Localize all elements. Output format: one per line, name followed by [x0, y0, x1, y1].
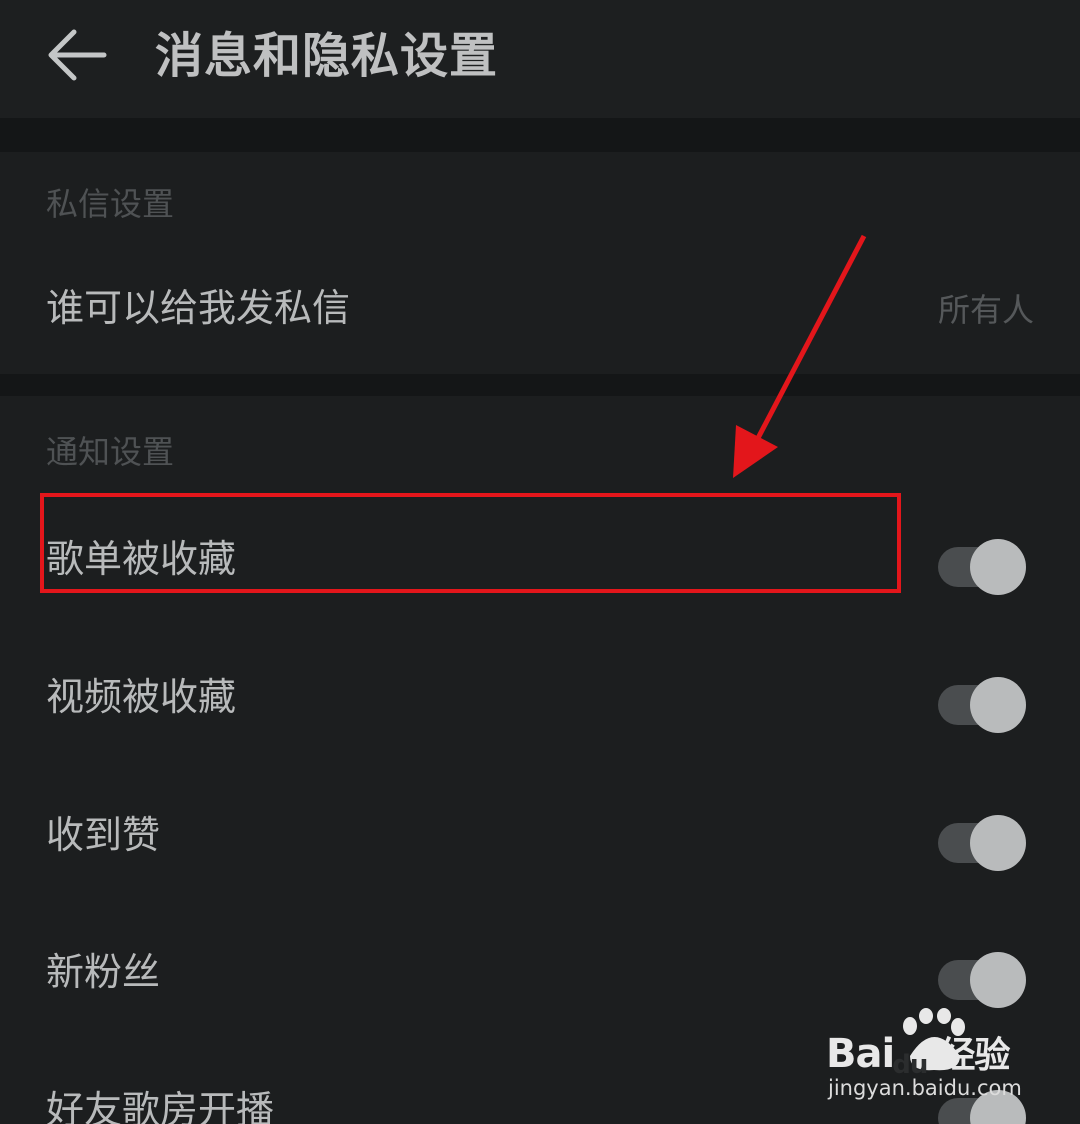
back-arrow-icon [48, 29, 107, 81]
page-title: 消息和隐私设置 [155, 28, 499, 84]
row-label: 好友歌房开播 [46, 1088, 275, 1124]
who-can-message-label: 谁可以给我发私信 [46, 286, 351, 330]
likes-toggle[interactable] [938, 815, 1028, 871]
toggle-knob [970, 677, 1026, 733]
notification-row-likes[interactable]: 收到赞 [0, 783, 1080, 883]
notification-row-new-followers[interactable]: 新粉丝 [0, 920, 1080, 1020]
section-title-private-message: 私信设置 [46, 185, 175, 223]
new-followers-toggle[interactable] [938, 952, 1028, 1008]
notification-row-video-collected[interactable]: 视频被收藏 [0, 645, 1080, 745]
video-collected-toggle[interactable] [938, 677, 1028, 733]
private-message-section: 私信设置 谁可以给我发私信 所有人 [0, 152, 1080, 374]
notification-row-playlist-collected[interactable]: 歌单被收藏 [0, 507, 1080, 607]
baidu-logo-cn: 经验 [939, 1035, 1010, 1076]
baidu-jingyan-watermark: Baidu 经验 jingyan.baidu.com [826, 1008, 1026, 1104]
who-can-message-row[interactable]: 谁可以给我发私信 所有人 [0, 256, 1080, 356]
row-label: 视频被收藏 [46, 675, 237, 719]
settings-page: 消息和隐私设置 私信设置 谁可以给我发私信 所有人 通知设置 歌单被收藏 视频被… [0, 0, 1080, 1124]
toggle-knob [970, 539, 1026, 595]
toggle-knob [970, 952, 1026, 1008]
watermark-url: jingyan.baidu.com [828, 1076, 1022, 1100]
baidu-logo-latin: Bai [826, 1031, 895, 1077]
section-title-notification: 通知设置 [46, 433, 175, 471]
divider [0, 118, 1080, 152]
row-label: 收到赞 [46, 813, 161, 857]
toggle-knob [970, 815, 1026, 871]
row-label: 歌单被收藏 [46, 537, 237, 581]
row-label: 新粉丝 [46, 950, 161, 994]
top-bar: 消息和隐私设置 [0, 0, 1080, 118]
baidu-logo: Baidu 经验 [826, 1031, 1010, 1081]
back-button[interactable] [40, 22, 112, 88]
playlist-collected-toggle[interactable] [938, 539, 1028, 595]
divider [0, 374, 1080, 396]
who-can-message-value: 所有人 [937, 291, 1034, 329]
